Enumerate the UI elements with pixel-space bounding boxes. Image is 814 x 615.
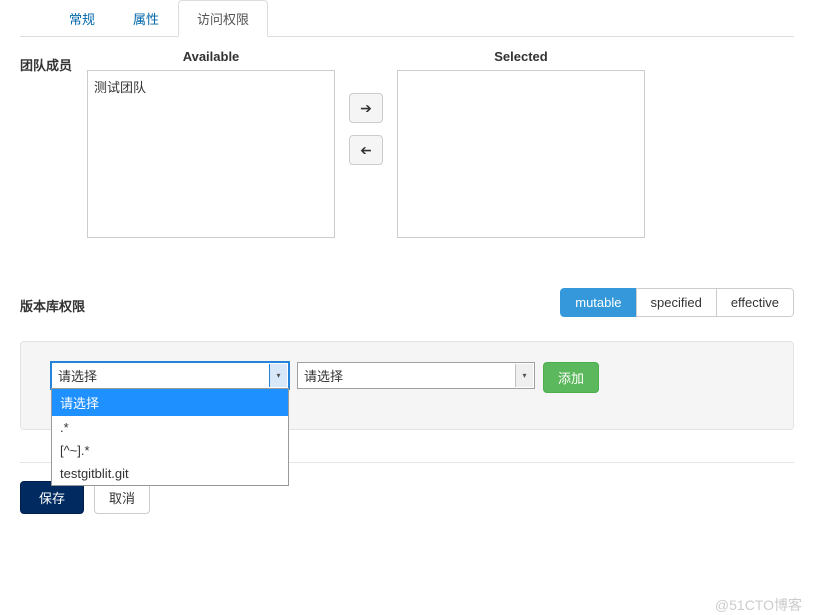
watermark-text: @51CTO博客 — [715, 595, 802, 615]
move-left-button[interactable]: ➔ — [349, 135, 383, 165]
team-members-label: 团队成员 — [20, 49, 87, 74]
permission-form-panel: 请选择 ▾ 请选择 .* [^~].* testgitblit.git 请选择 … — [20, 341, 794, 430]
add-button[interactable]: 添加 — [543, 362, 599, 393]
repo-select-dropdown: 请选择 .* [^~].* testgitblit.git — [51, 388, 289, 486]
permission-level-select[interactable]: 请选择 ▾ — [297, 362, 535, 389]
permission-level-value: 请选择 — [304, 366, 343, 385]
tab-access[interactable]: 访问权限 — [178, 0, 268, 37]
repo-permissions-label: 版本库权限 — [20, 290, 85, 315]
chevron-down-icon: ▾ — [269, 364, 287, 387]
available-listbox[interactable]: 测试团队 — [87, 70, 335, 238]
segment-specified[interactable]: specified — [636, 288, 717, 317]
dropdown-option[interactable]: [^~].* — [52, 439, 288, 462]
tab-bar: 常规 属性 访问权限 — [20, 0, 794, 37]
permission-segments: mutable specified effective — [560, 288, 794, 317]
repo-select-value: 请选择 — [58, 366, 97, 385]
chevron-down-icon: ▾ — [515, 364, 533, 387]
move-right-button[interactable]: ➔ — [349, 93, 383, 123]
selected-listbox[interactable] — [397, 70, 645, 238]
segment-mutable[interactable]: mutable — [560, 288, 636, 317]
dropdown-option[interactable]: testgitblit.git — [52, 462, 288, 485]
list-item[interactable]: 测试团队 — [94, 75, 328, 98]
available-header: Available — [183, 49, 240, 64]
dropdown-option[interactable]: .* — [52, 416, 288, 439]
arrow-right-icon: ➔ — [360, 100, 372, 117]
segment-effective[interactable]: effective — [716, 288, 794, 317]
arrow-left-icon: ➔ — [360, 142, 372, 159]
selected-header: Selected — [494, 49, 547, 64]
repo-select[interactable]: 请选择 ▾ — [51, 362, 289, 389]
tab-general[interactable]: 常规 — [50, 0, 114, 37]
dropdown-option[interactable]: 请选择 — [52, 389, 288, 416]
tab-properties[interactable]: 属性 — [114, 0, 178, 37]
